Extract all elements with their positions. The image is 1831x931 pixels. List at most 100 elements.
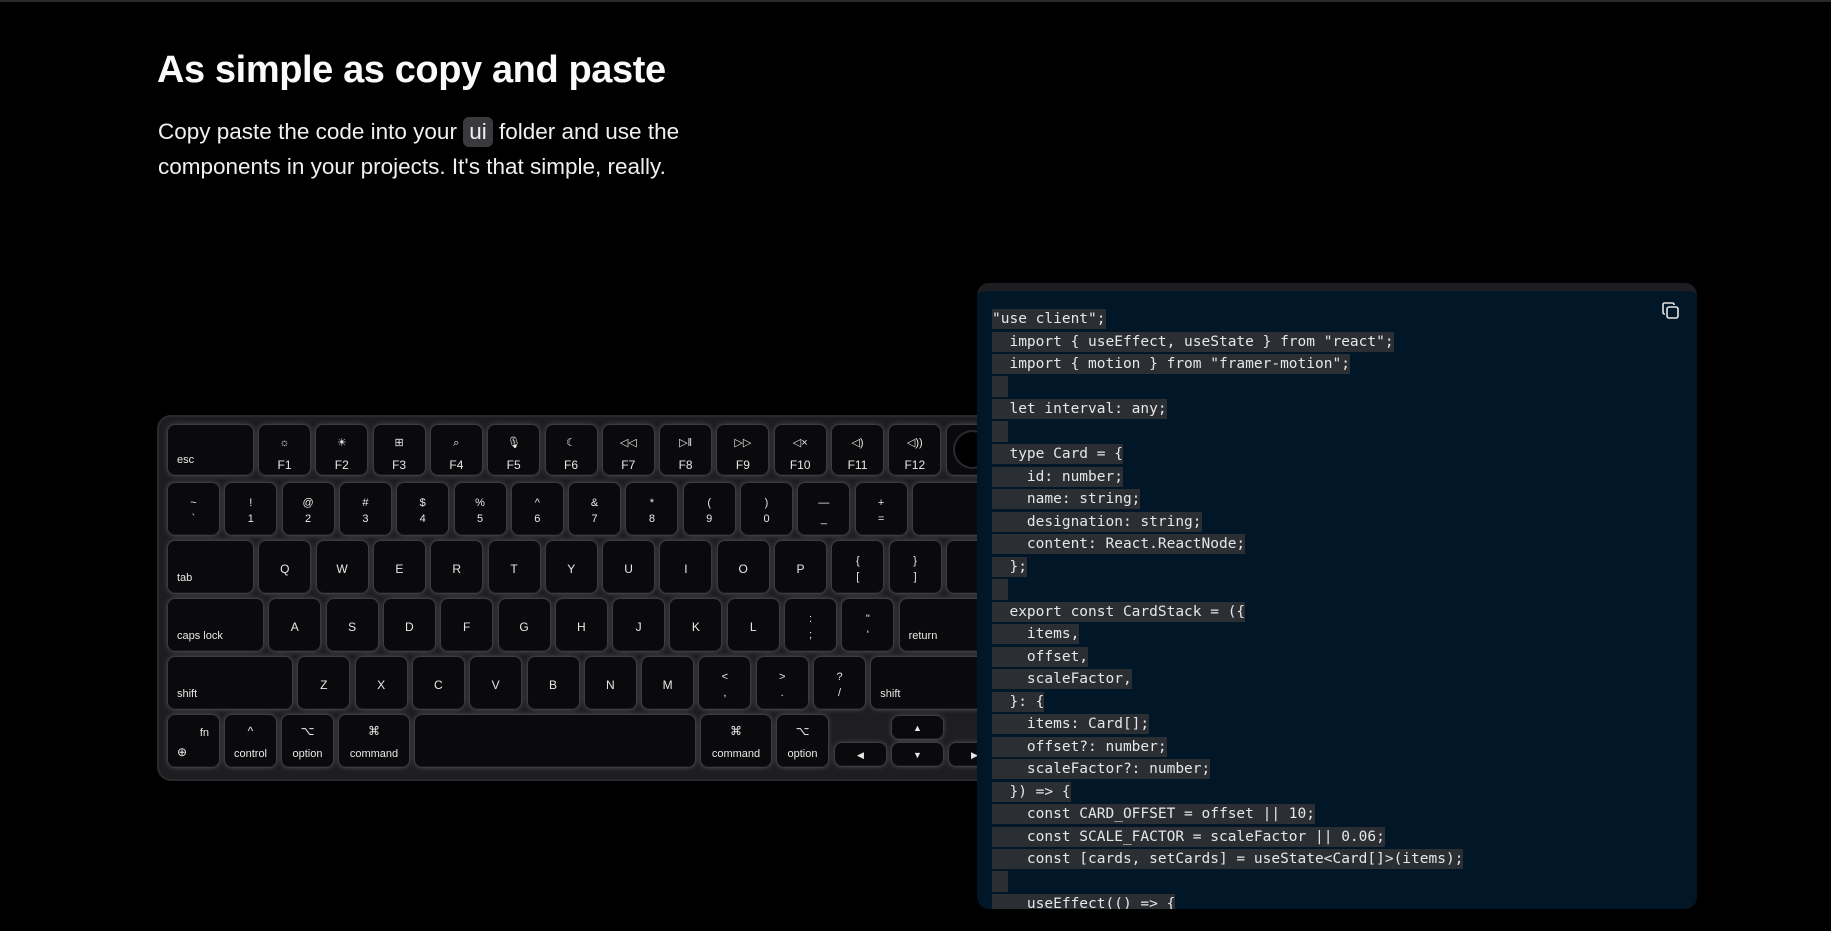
section-title: As simple as copy and paste <box>157 49 666 91</box>
code-content: "use client"; import { useEffect, useSta… <box>992 308 1464 909</box>
code-line: designation: string; <box>992 511 1202 532</box>
code-line: }: { <box>992 691 1045 712</box>
code-line: name: string; <box>992 489 1141 509</box>
key-1: ! 1 <box>225 483 277 535</box>
key-option-left: ⌥ option <box>282 715 333 767</box>
key-w: W <box>316 541 368 593</box>
key-: ? / <box>814 657 865 709</box>
code-line: items: Card[]; <box>992 714 1150 734</box>
key-f3: ⊞ F3 <box>373 425 425 475</box>
code-line: export const CardStack = ({ <box>992 601 1246 622</box>
code-block: "use client"; import { useEffect, useSta… <box>977 283 1697 909</box>
code-line: scaleFactor, <box>992 669 1132 689</box>
key-n: N <box>584 657 636 709</box>
key-7: & 7 <box>569 483 621 535</box>
code-line: let interval: any; <box>992 399 1167 419</box>
code-line: offset?: number; <box>992 736 1167 757</box>
key-2: @2 <box>282 483 334 535</box>
key-h: H <box>555 599 607 651</box>
key-b: B <box>527 657 579 709</box>
key-f5: 🎙 F5 <box>488 425 540 475</box>
code-line: useEffect(() => { <box>992 893 1463 909</box>
key-a: A <box>269 599 321 651</box>
key-9: (9 <box>683 483 735 535</box>
code-line: }) => { <box>992 781 1071 802</box>
key-control: ^ control <box>225 715 276 767</box>
key-f7: ◁◁ F7 <box>602 425 654 475</box>
key-arrow-up: ▲ <box>892 716 943 739</box>
key-m: M <box>642 657 694 709</box>
key-r: R <box>431 541 483 593</box>
key-5: % 5 <box>454 483 506 535</box>
key-o: O <box>717 541 769 593</box>
key-e: E <box>373 541 425 593</box>
code-line: import { useEffect, useState } from "rea… <box>992 331 1394 352</box>
key-option-right: ⌥ option <box>777 715 828 767</box>
code-line: const [cards, setCards] = useState<Card[… <box>992 849 1464 869</box>
key-f: F <box>441 599 493 651</box>
key-3: #3 <box>339 483 391 535</box>
key-k: K <box>670 599 722 651</box>
key-_: — _ <box>798 483 850 535</box>
code-line: "use client"; <box>992 309 1106 329</box>
code-line: content: React.ReactNode; <box>992 534 1246 554</box>
key-0: ) 0 <box>741 483 792 535</box>
code-line: const CARD_OFFSET = offset || 10; <box>992 804 1316 824</box>
code-line: }; <box>992 556 1027 577</box>
code-line: offset, <box>992 646 1089 667</box>
section-description: Copy paste the code into your ui folder … <box>158 114 778 184</box>
key-arrow-left: ◀ <box>835 743 886 766</box>
code-line <box>992 421 1463 444</box>
copy-icon[interactable] <box>1661 301 1681 321</box>
key-: <, <box>699 657 751 709</box>
key-d: D <box>383 599 435 651</box>
key-4: $4 <box>397 483 449 535</box>
code-line: type Card = { <box>992 444 1123 464</box>
key-=: + = <box>855 483 907 535</box>
key-q: Q <box>259 541 311 593</box>
key-z: Z <box>298 657 350 709</box>
code-line: id: number; <box>992 466 1123 487</box>
key-f10: ◁× F10 <box>774 425 826 475</box>
page: As simple as copy and paste Copy paste t… <box>0 0 1831 931</box>
key-: :; <box>785 599 836 651</box>
key-fn: fn ⊕ <box>168 715 219 767</box>
key-v: V <box>470 657 522 709</box>
key-p: P <box>775 541 826 593</box>
key-command-right: ⌘ command <box>701 715 771 767</box>
inline-code-ui: ui <box>463 117 493 147</box>
key-shift: shift <box>168 657 292 709</box>
key-s: S <box>326 599 378 651</box>
key-l: L <box>727 599 779 651</box>
key-y: Y <box>545 541 597 593</box>
key-f11: ◁) F11 <box>832 425 883 475</box>
key-f4: ⌕ F4 <box>430 425 482 475</box>
key-c: C <box>412 657 464 709</box>
key-t: T <box>488 541 540 593</box>
key-u: U <box>603 541 655 593</box>
key-tab: tab <box>168 541 253 593</box>
code-line <box>992 376 1463 399</box>
key-i: I <box>660 541 712 593</box>
key-6: ^ 6 <box>511 483 563 535</box>
key-arrow-down: ▼ <box>892 743 943 766</box>
code-line: import { motion } from "framer-motion"; <box>992 354 1350 374</box>
key-: {[ <box>832 541 884 593</box>
key-8: * 8 <box>626 483 678 535</box>
key-x: X <box>355 657 407 709</box>
key-command-left: ⌘ command <box>339 715 409 767</box>
key-: >. <box>756 657 808 709</box>
key-f2: ☀ F2 <box>316 425 368 475</box>
key-f6: ☾ F6 <box>545 425 597 475</box>
key-g: G <box>498 599 550 651</box>
key-: }] <box>889 541 941 593</box>
code-line <box>992 578 1463 601</box>
keyboard-illustration: esc ☼ F1 ☀ F2 ⊞ F3 ⌕ F4 🎙 F5 ☾ F6 ◁◁ F7 ▷‖ F8 ▷▷ F9 ◁× F10 ◁)… <box>157 415 1007 781</box>
code-line <box>992 871 1463 894</box>
key-`: ~ ` <box>168 483 219 535</box>
desc-text-before: Copy paste the code into your <box>158 119 464 144</box>
code-line: scaleFactor?: number; <box>992 759 1211 779</box>
key-capslock: caps lock <box>168 599 263 651</box>
code-line: const SCALE_FACTOR = scaleFactor || 0.06… <box>992 826 1385 847</box>
key-f9: ▷▷ F9 <box>717 425 769 475</box>
